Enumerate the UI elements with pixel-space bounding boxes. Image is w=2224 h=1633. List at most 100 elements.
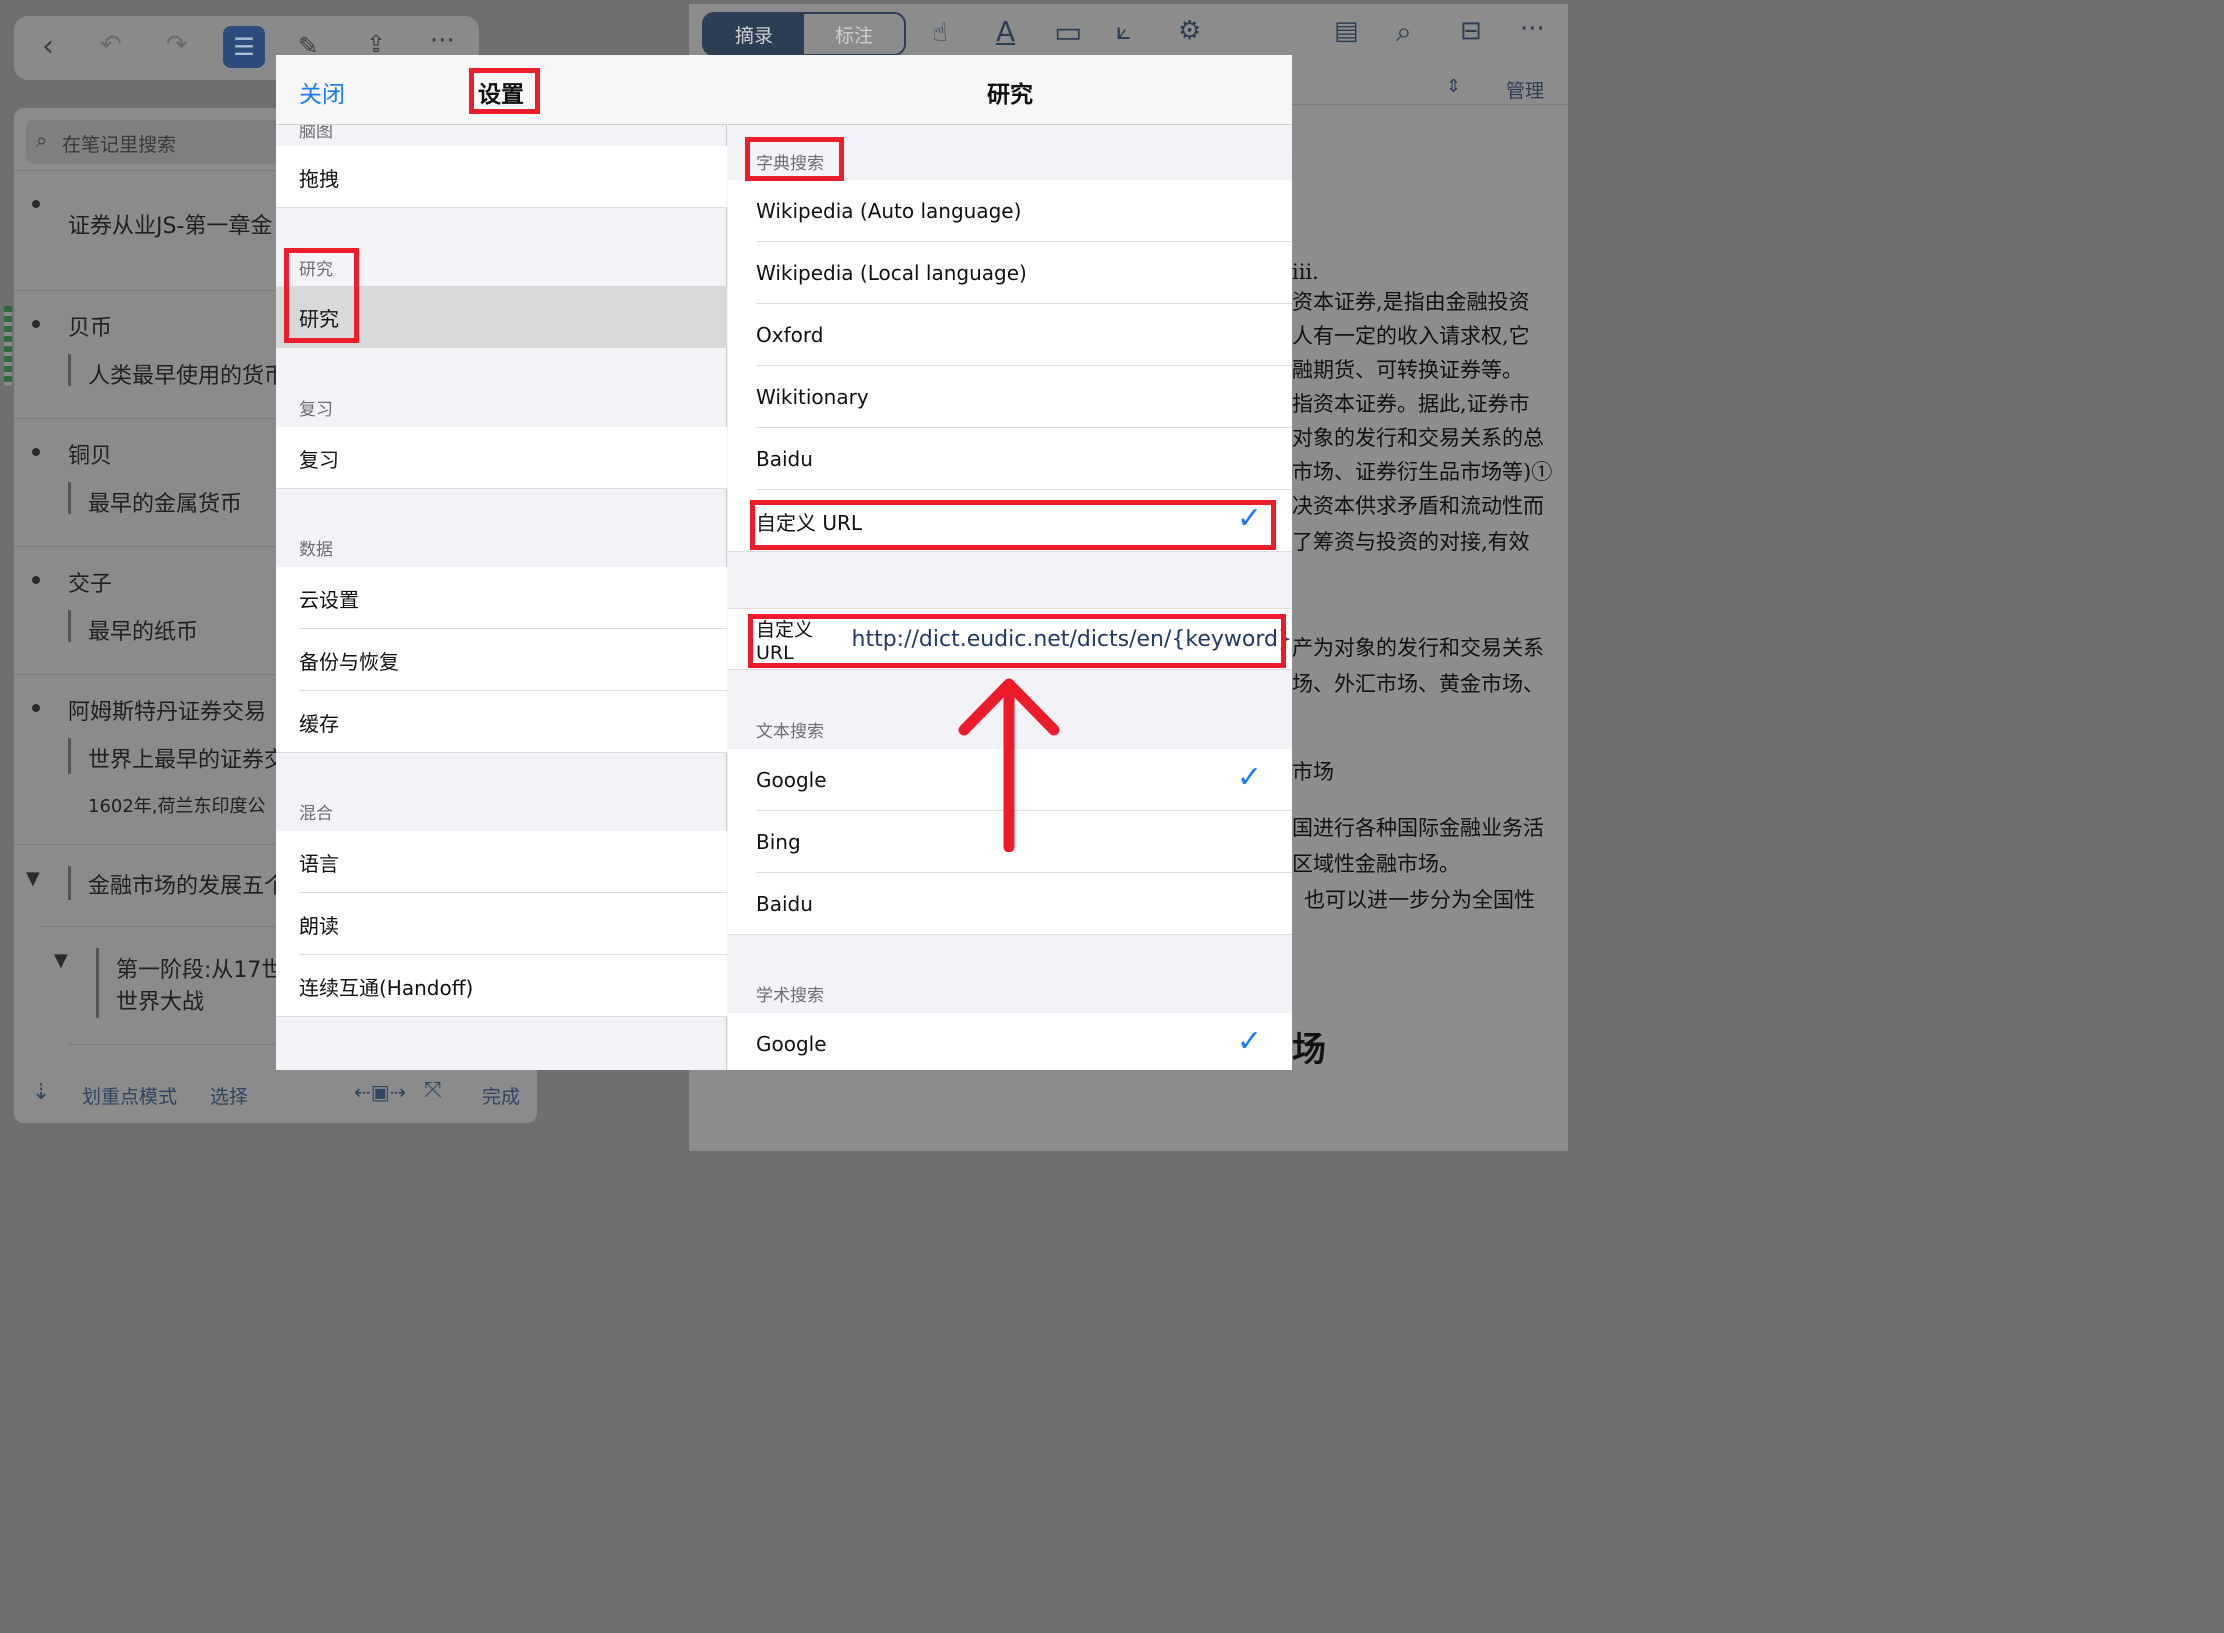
list-item[interactable]: 最早的纸币 — [88, 614, 198, 646]
undo-icon[interactable]: ↶ — [100, 32, 122, 58]
share-icon[interactable]: ⇪ — [366, 32, 386, 56]
expand-icon[interactable]: ⤧ — [424, 1078, 442, 1103]
settings-item-drag[interactable]: 拖拽 — [276, 146, 727, 208]
list-item[interactable]: 金融市场的发展五个 — [88, 868, 286, 900]
item-label: 语言 — [299, 851, 339, 876]
section-header-review: 复习 — [299, 400, 333, 420]
list-item[interactable]: 阿姆斯特丹证券交易 — [68, 694, 266, 726]
bookmark-icon[interactable]: ⊟ — [1460, 18, 1482, 44]
highlight-box-research-item — [284, 248, 359, 343]
list-item[interactable]: 1602年,荷兰东印度公 — [88, 792, 266, 818]
option-label: Google — [756, 768, 827, 792]
highlight-box-custom-url-option — [750, 500, 1276, 550]
settings-item-review[interactable]: 复习 — [276, 427, 727, 489]
pdf-page: iii. 资本证券,是指由金融投资 人有一定的收入请求权,它 融期货、可转换证券… — [1292, 150, 1568, 1151]
text-tool-icon[interactable]: A — [996, 18, 1015, 46]
list-item[interactable]: 证券从业JS-第一章金 — [68, 208, 272, 240]
bullet — [32, 320, 40, 328]
dict-option-wikipedia-local[interactable]: Wikipedia (Local language) — [728, 242, 1292, 304]
highlight-box-custom-url-field — [748, 614, 1286, 668]
list-item[interactable]: 人类最早使用的货币 — [88, 358, 286, 390]
settings-item-handoff[interactable]: 连续互通(Handoff) — [276, 955, 727, 1017]
highlight-mode-button[interactable]: 划重点模式 — [82, 1082, 177, 1109]
doc-text: 市场、证券衍生品市场等)① — [1292, 460, 1553, 484]
checkmark-icon: ✓ — [1236, 1024, 1262, 1059]
item-label: 连续互通(Handoff) — [299, 975, 474, 1000]
doc-text: 场 — [1292, 1030, 1326, 1070]
pointer-icon[interactable]: ☝ — [932, 20, 948, 46]
settings-item-read-aloud[interactable]: 朗读 — [276, 893, 727, 955]
settings-item-cloud[interactable]: 云设置 — [276, 567, 727, 629]
list-icon[interactable]: ☰ — [223, 26, 265, 68]
list-item[interactable]: 最早的金属货币 — [88, 486, 242, 518]
text-option-baidu[interactable]: Baidu — [728, 873, 1292, 935]
doc-text: 资本证券,是指由金融投资 — [1292, 290, 1530, 314]
more-icon[interactable]: ··· — [430, 28, 455, 54]
list-item[interactable]: 世界上最早的证券交 — [88, 742, 286, 774]
settings-gear-icon[interactable]: ⚙ — [1178, 18, 1201, 44]
doc-text: 对象的发行和交易关系的总 — [1292, 426, 1544, 450]
highlight-box-settings-title — [469, 68, 540, 114]
tab-excerpt[interactable]: 摘录 — [704, 14, 804, 54]
done-button[interactable]: 完成 — [482, 1082, 520, 1109]
lock-icon[interactable]: ⇠▣⇢ — [354, 1080, 406, 1104]
select-button[interactable]: 选择 — [210, 1082, 248, 1109]
section-header-data: 数据 — [299, 540, 333, 560]
item-label: 复习 — [299, 447, 339, 472]
back-icon[interactable]: ‹ — [42, 32, 54, 62]
search-icon[interactable]: ⌕ — [1396, 18, 1412, 46]
doc-text: iii. — [1292, 260, 1319, 284]
sort-icon[interactable]: ⇣ — [32, 1080, 50, 1105]
settings-sidebar: 关闭 设置 脑图 拖拽 研究 研究 复习 复习 数据 云设置 备份与恢复 缓存 … — [276, 55, 727, 1070]
dict-option-wiktionary[interactable]: Wikitionary — [728, 366, 1292, 428]
settings-modal: 关闭 设置 脑图 拖拽 研究 研究 复习 复习 数据 云设置 备份与恢复 缓存 … — [276, 55, 1292, 1070]
list-item[interactable]: 交子 — [68, 566, 112, 598]
tab-annotate[interactable]: 标注 — [804, 14, 904, 54]
research-title: 研究 — [987, 82, 1033, 108]
dict-option-baidu[interactable]: Baidu — [728, 428, 1292, 490]
list-item[interactable]: 世界大战 — [116, 984, 204, 1016]
side-indicator — [4, 306, 12, 386]
doc-text: 区域性金融市场。 — [1292, 852, 1460, 876]
manage-button[interactable]: 管理 — [1506, 76, 1544, 103]
reader-segment[interactable]: 摘录 标注 — [702, 12, 906, 56]
academic-option-google[interactable]: Google ✓ — [728, 1013, 1292, 1070]
list-item[interactable]: 贝币 — [68, 310, 112, 342]
research-detail: 研究 字典搜索 Wikipedia (Auto language) Wikipe… — [728, 55, 1292, 1070]
list-item[interactable]: 第一阶段:从17世 — [116, 952, 283, 984]
option-label: Baidu — [756, 447, 813, 471]
doc-text: 场、外汇市场、黄金市场、 — [1292, 672, 1544, 696]
bullet — [32, 576, 40, 584]
collapse-icon[interactable]: ▼ — [54, 950, 68, 971]
item-label: 朗读 — [299, 913, 339, 938]
annotation-arrow-icon — [958, 678, 1060, 852]
collapse-icon[interactable]: ▼ — [26, 868, 40, 889]
option-label: Google — [756, 1032, 827, 1056]
doc-text: 融期货、可转换证券等。 — [1292, 358, 1523, 382]
option-label: Wikitionary — [756, 385, 869, 409]
doc-text: 市场 — [1292, 760, 1334, 784]
dict-option-oxford[interactable]: Oxford — [728, 304, 1292, 366]
list-item[interactable]: 铜贝 — [68, 438, 112, 470]
settings-item-cache[interactable]: 缓存 — [276, 691, 727, 753]
doc-text: 了筹资与投资的对接,有效 — [1292, 530, 1530, 554]
doc-text: 也可以进一步分为全国性 — [1304, 888, 1535, 912]
research-header: 研究 — [728, 55, 1292, 125]
redo-icon[interactable]: ↷ — [166, 32, 188, 58]
dict-option-wikipedia-auto[interactable]: Wikipedia (Auto language) — [728, 180, 1292, 242]
search-placeholder: 在笔记里搜索 — [62, 134, 177, 156]
settings-item-backup[interactable]: 备份与恢复 — [276, 629, 727, 691]
sort-arrows-icon[interactable]: ⇕ — [1446, 76, 1461, 97]
checkmark-icon: ✓ — [1236, 760, 1262, 795]
search-icon: ⌕ — [36, 128, 48, 152]
item-label: 云设置 — [299, 587, 359, 612]
option-label: Oxford — [756, 323, 824, 347]
more-icon[interactable]: ··· — [1520, 16, 1545, 42]
rectangle-icon[interactable]: ▭ — [1054, 18, 1082, 48]
document-icon[interactable]: ▤ — [1334, 18, 1359, 44]
doc-text: 产为对象的发行和交易关系 — [1292, 636, 1544, 660]
settings-item-language[interactable]: 语言 — [276, 831, 727, 893]
lasso-icon[interactable]: ⟀ — [1116, 18, 1132, 44]
bullet — [32, 448, 40, 456]
close-button[interactable]: 关闭 — [299, 75, 345, 109]
